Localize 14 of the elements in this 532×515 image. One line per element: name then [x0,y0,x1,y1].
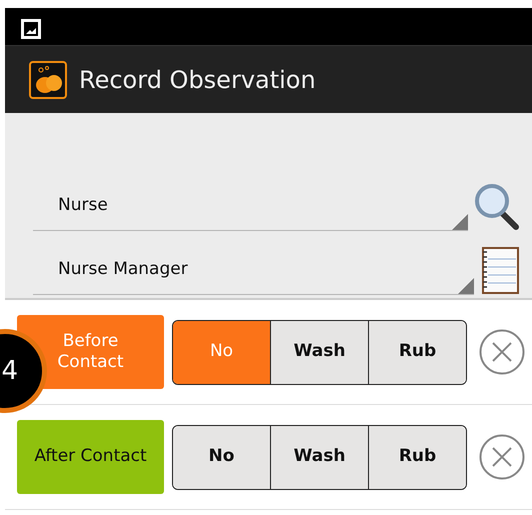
option-button[interactable]: Rub [368,320,466,384]
option-button[interactable]: Wash [270,426,368,488]
option-button[interactable]: No [173,426,270,488]
clear-icon[interactable] [479,434,525,480]
gallery-icon [21,18,41,39]
option-button[interactable]: Rub [368,426,466,488]
clear-icon[interactable] [479,329,525,375]
search-icon[interactable] [474,183,520,231]
notebook-icon[interactable] [480,247,520,295]
step-number-badge: 4 [0,329,47,413]
app-logo-icon [29,60,67,98]
moment-label: After Contact [17,420,164,494]
option-button[interactable]: Wash [270,320,368,384]
screen-title: Record Observation [79,64,316,96]
